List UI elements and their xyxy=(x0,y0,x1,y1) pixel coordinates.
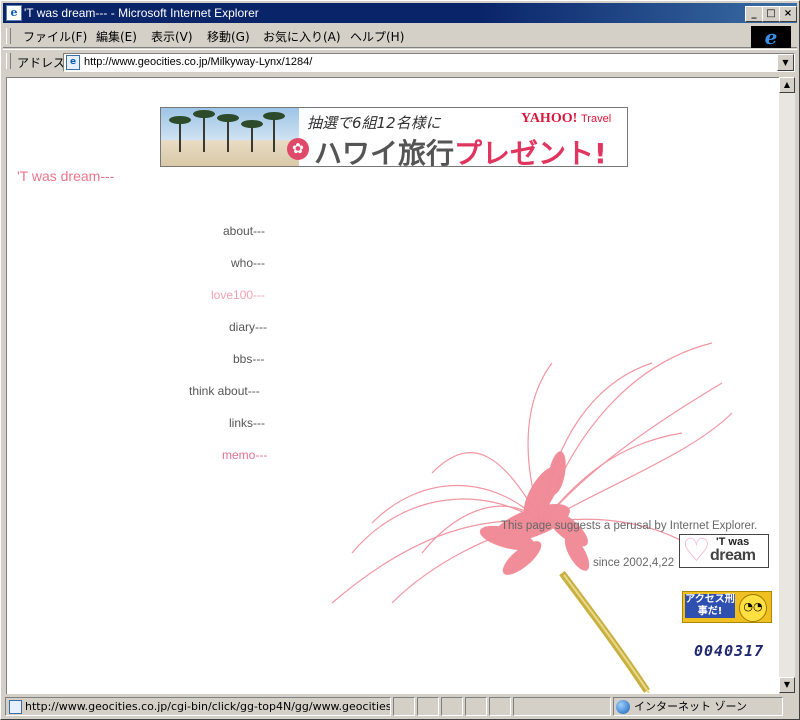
menu-bar: ファイル(F) 編集(E) 表示(V) 移動(G) お気に入り(A) ヘルプ(H… xyxy=(3,25,797,48)
nav-bbs-link[interactable]: bbs--- xyxy=(233,352,264,366)
site-title: 'T was dream--- xyxy=(17,168,115,184)
access-counter: 0040317 xyxy=(694,642,765,660)
heart-icon: ♡ xyxy=(682,531,711,569)
status-pane-3 xyxy=(441,697,463,716)
maximize-button[interactable]: □ xyxy=(762,6,780,22)
access-banner-text: アクセス刑事だ! xyxy=(685,594,735,618)
menu-favorites[interactable]: お気に入り(A) xyxy=(263,28,341,45)
nav-love100-link[interactable]: love100--- xyxy=(211,288,265,302)
nav-links-link[interactable]: links--- xyxy=(229,416,265,430)
page-content: 抽選で6組12名様に YAHOO! Travel ✿ ハワイ旅行プレゼント! '… xyxy=(6,77,779,694)
address-url[interactable]: http://www.geocities.co.jp/Milkyway-Lynx… xyxy=(84,56,312,68)
scroll-up-button[interactable]: ▲ xyxy=(779,77,795,93)
minimize-button[interactable]: _ xyxy=(745,6,763,22)
window-title: 'T was dream--- - Microsoft Internet Exp… xyxy=(24,6,259,20)
vertical-scrollbar[interactable]: ▲ ▼ xyxy=(779,77,795,693)
status-url: http://www.geocities.co.jp/cgi-bin/click… xyxy=(25,700,391,713)
status-pane-1 xyxy=(393,697,415,716)
yahoo-travel-label: Travel xyxy=(581,113,612,125)
menu-help[interactable]: ヘルプ(H) xyxy=(350,28,404,45)
status-pane-6 xyxy=(513,697,611,716)
nav-about-link[interactable]: about--- xyxy=(223,224,265,238)
title-bar: e 'T was dream--- - Microsoft Internet E… xyxy=(3,3,797,23)
status-zone: インターネット ゾーン xyxy=(634,700,747,713)
nav-who-link[interactable]: who--- xyxy=(231,256,265,270)
red-spider-lily-image xyxy=(331,342,733,693)
access-detective-banner[interactable]: アクセス刑事だ! ◔◔ xyxy=(682,591,772,623)
nav-think-about-link[interactable]: think about--- xyxy=(189,384,260,398)
hibiscus-icon: ✿ xyxy=(287,138,309,160)
status-zone-pane: インターネット ゾーン xyxy=(613,697,783,716)
browser-window: e 'T was dream--- - Microsoft Internet E… xyxy=(0,0,800,720)
address-label: アドレス xyxy=(17,56,66,70)
scroll-down-button[interactable]: ▼ xyxy=(779,677,795,693)
yahoo-logo: YAHOO! xyxy=(521,111,578,126)
hawaii-ad-banner[interactable]: 抽選で6組12名様に YAHOO! Travel ✿ ハワイ旅行プレゼント! xyxy=(160,107,628,167)
ie-page-icon: e xyxy=(6,5,22,21)
browser-note: This page suggests a perusal by Internet… xyxy=(501,520,758,532)
smiley-face-icon: ◔◔ xyxy=(739,594,767,622)
internet-globe-icon xyxy=(616,700,630,714)
since-date: since 2002,4,22 xyxy=(593,557,675,569)
page-icon xyxy=(9,700,22,714)
menu-view[interactable]: 表示(V) xyxy=(151,28,193,45)
nav-memo-link[interactable]: memo--- xyxy=(222,448,267,462)
t-was-dream-banner[interactable]: ♡ 'T was dream xyxy=(679,531,769,569)
beach-photo xyxy=(161,108,299,166)
ad-big-text: ハワイ旅行プレゼント! xyxy=(314,137,607,167)
address-bar: アドレス e http://www.geocities.co.jp/Milkyw… xyxy=(3,49,797,74)
close-button[interactable]: × xyxy=(779,6,797,22)
toolbar-grip[interactable] xyxy=(6,28,11,44)
menu-go[interactable]: 移動(G) xyxy=(207,28,250,45)
ie-throbber-icon: e xyxy=(751,26,791,48)
menu-edit[interactable]: 編集(E) xyxy=(96,28,137,45)
nav-diary-link[interactable]: diary--- xyxy=(229,320,267,334)
menu-file[interactable]: ファイル(F) xyxy=(23,28,87,45)
address-dropdown-button[interactable]: ▼ xyxy=(777,54,794,71)
page-icon: e xyxy=(66,55,80,70)
status-pane-4 xyxy=(465,697,487,716)
status-pane-2 xyxy=(417,697,439,716)
dream-banner-big-text: dream xyxy=(710,547,756,564)
address-grip[interactable] xyxy=(6,53,11,69)
ad-headline: 抽選で6組12名様に xyxy=(307,114,441,132)
status-bar: http://www.geocities.co.jp/cgi-bin/click… xyxy=(3,696,797,717)
status-url-pane: http://www.geocities.co.jp/cgi-bin/click… xyxy=(5,697,391,716)
status-pane-5 xyxy=(489,697,511,716)
address-input[interactable]: e http://www.geocities.co.jp/Milkyway-Ly… xyxy=(63,53,795,72)
